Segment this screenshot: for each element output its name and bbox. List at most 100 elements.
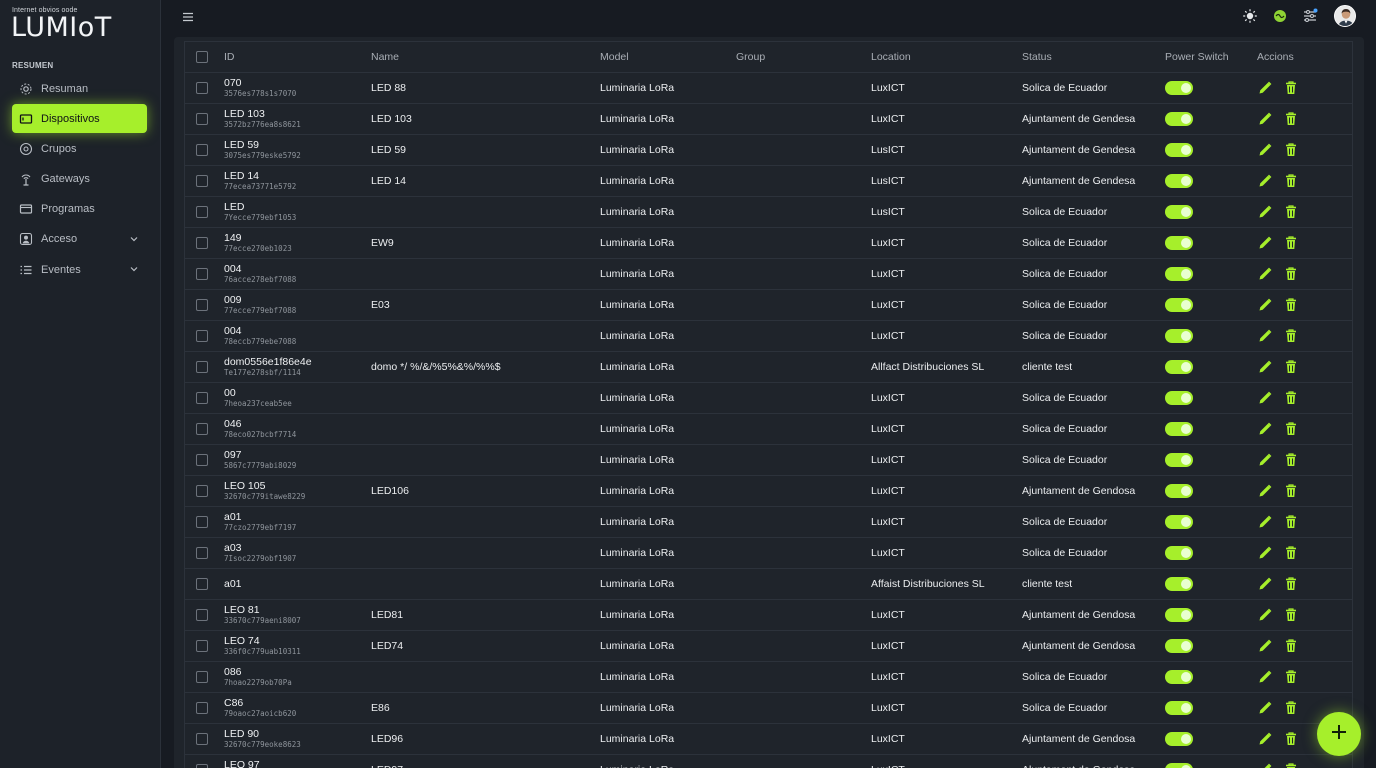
delete-icon[interactable] (1283, 762, 1299, 768)
row-checkbox[interactable] (196, 166, 210, 196)
table-row[interactable]: 149 77ecce270eb1023 EW9 Luminaria LoRa LuxIC… (185, 228, 1352, 259)
power-toggle[interactable] (1165, 422, 1193, 436)
power-toggle[interactable] (1165, 515, 1193, 529)
power-toggle[interactable] (1165, 484, 1193, 498)
column-header-status[interactable]: Status (1022, 42, 1052, 72)
delete-icon[interactable] (1283, 173, 1299, 189)
row-checkbox[interactable] (196, 321, 210, 351)
edit-icon[interactable] (1257, 421, 1273, 437)
column-header-power-switch[interactable]: Power Switch (1165, 42, 1229, 72)
power-toggle[interactable] (1165, 329, 1193, 343)
table-row[interactable]: LEO 105 32670c779itawe8229 LED106 Luminaria… (185, 476, 1352, 507)
row-checkbox[interactable] (196, 383, 210, 413)
table-row[interactable]: 097 5867c7779abi8029 Luminaria LoRa LuxICT S… (185, 445, 1352, 476)
power-toggle[interactable] (1165, 453, 1193, 467)
delete-icon[interactable] (1283, 576, 1299, 592)
delete-icon[interactable] (1283, 607, 1299, 623)
edit-icon[interactable] (1257, 731, 1273, 747)
delete-icon[interactable] (1283, 235, 1299, 251)
edit-icon[interactable] (1257, 452, 1273, 468)
row-checkbox[interactable] (196, 197, 210, 227)
row-checkbox[interactable] (196, 476, 210, 506)
table-row[interactable]: 070 3576es778s1s7070 LED 88 Luminaria LoRa L… (185, 73, 1352, 104)
brand-logo[interactable]: LUMIoT (11, 12, 112, 43)
power-toggle[interactable] (1165, 112, 1193, 126)
row-checkbox[interactable] (196, 290, 210, 320)
table-row[interactable]: a03 7Isoc2279obf1907 Luminaria LoRa LuxICT S… (185, 538, 1352, 569)
sidebar-item-eventes[interactable]: Eventes (12, 255, 147, 284)
edit-icon[interactable] (1257, 142, 1273, 158)
select-all-checkbox[interactable] (196, 42, 210, 72)
row-checkbox[interactable] (196, 104, 210, 134)
delete-icon[interactable] (1283, 266, 1299, 282)
delete-icon[interactable] (1283, 421, 1299, 437)
row-checkbox[interactable] (196, 414, 210, 444)
delete-icon[interactable] (1283, 545, 1299, 561)
power-toggle[interactable] (1165, 267, 1193, 281)
table-row[interactable]: LEO 74 336f0c779uab10311 LED74 Luminaria Lo… (185, 631, 1352, 662)
table-row[interactable]: 004 76acce278ebf7088 Luminaria LoRa LuxICT S… (185, 259, 1352, 290)
row-checkbox[interactable] (196, 73, 210, 103)
delete-icon[interactable] (1283, 514, 1299, 530)
status-icon[interactable] (1272, 8, 1288, 24)
table-row[interactable]: dom0556e1f86e4e Te177e278sbf/1114 domo */ … (185, 352, 1352, 383)
edit-icon[interactable] (1257, 80, 1273, 96)
delete-icon[interactable] (1283, 204, 1299, 220)
edit-icon[interactable] (1257, 297, 1273, 313)
row-checkbox[interactable] (196, 445, 210, 475)
edit-icon[interactable] (1257, 328, 1273, 344)
table-row[interactable]: a01 Luminaria LoRa Affaist Distribuciones … (185, 569, 1352, 600)
delete-icon[interactable] (1283, 111, 1299, 127)
edit-icon[interactable] (1257, 235, 1273, 251)
delete-icon[interactable] (1283, 700, 1299, 716)
power-toggle[interactable] (1165, 391, 1193, 405)
sidebar-item-dispositivos[interactable]: Dispositivos (12, 104, 147, 134)
edit-icon[interactable] (1257, 266, 1273, 282)
column-header-location[interactable]: Location (871, 42, 911, 72)
table-row[interactable]: LEO 9732670c779eoko8623 LED97 Luminaria Lo… (185, 755, 1352, 768)
delete-icon[interactable] (1283, 483, 1299, 499)
sun-icon[interactable] (1242, 8, 1258, 24)
power-toggle[interactable] (1165, 608, 1193, 622)
power-toggle[interactable] (1165, 298, 1193, 312)
power-toggle[interactable] (1165, 360, 1193, 374)
row-checkbox[interactable] (196, 662, 210, 692)
power-toggle[interactable] (1165, 701, 1193, 715)
edit-icon[interactable] (1257, 173, 1273, 189)
row-checkbox[interactable] (196, 259, 210, 289)
edit-icon[interactable] (1257, 638, 1273, 654)
table-row[interactable]: LED 103 3572bz776ea8s8621 LED 103 Luminaria… (185, 104, 1352, 135)
edit-icon[interactable] (1257, 514, 1273, 530)
edit-icon[interactable] (1257, 762, 1273, 768)
power-toggle[interactable] (1165, 81, 1193, 95)
add-device-button[interactable] (1317, 712, 1361, 756)
edit-icon[interactable] (1257, 111, 1273, 127)
edit-icon[interactable] (1257, 483, 1273, 499)
table-row[interactable]: 00 7heoa237ceab5ee Luminaria LoRa LuxICT Sol… (185, 383, 1352, 414)
row-checkbox[interactable] (196, 538, 210, 568)
table-row[interactable]: LED 7Yecce779ebf1053 Luminaria LoRa LusICT S… (185, 197, 1352, 228)
table-row[interactable]: C86 79oaoc27aoicb620 E86 Luminaria LoRa LuxI… (185, 693, 1352, 724)
delete-icon[interactable] (1283, 297, 1299, 313)
edit-icon[interactable] (1257, 576, 1273, 592)
power-toggle[interactable] (1165, 174, 1193, 188)
avatar[interactable] (1334, 5, 1356, 27)
edit-icon[interactable] (1257, 390, 1273, 406)
edit-icon[interactable] (1257, 700, 1273, 716)
power-toggle[interactable] (1165, 763, 1193, 768)
power-toggle[interactable] (1165, 577, 1193, 591)
row-checkbox[interactable] (196, 693, 210, 723)
table-row[interactable]: 009 77ecce779ebf7088 E03 Luminaria LoRa LuxI… (185, 290, 1352, 321)
edit-icon[interactable] (1257, 204, 1273, 220)
column-header-group[interactable]: Group (736, 42, 765, 72)
power-toggle[interactable] (1165, 732, 1193, 746)
column-header-name[interactable]: Name (371, 42, 399, 72)
power-toggle[interactable] (1165, 205, 1193, 219)
column-header-model[interactable]: Model (600, 42, 629, 72)
delete-icon[interactable] (1283, 142, 1299, 158)
delete-icon[interactable] (1283, 328, 1299, 344)
sidebar-item-gateways[interactable]: Gateways (12, 165, 147, 194)
menu-icon[interactable] (181, 10, 195, 24)
power-toggle[interactable] (1165, 143, 1193, 157)
sidebar-item-programas[interactable]: Programas (12, 195, 147, 224)
